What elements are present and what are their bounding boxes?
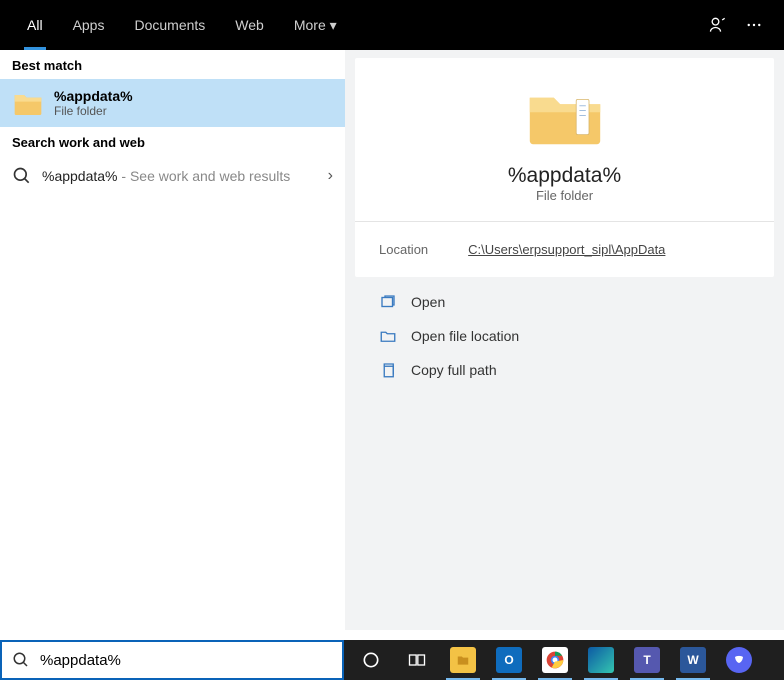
best-match-header: Best match (0, 50, 345, 79)
taskbar-outlook[interactable]: O (488, 640, 530, 680)
search-web-result[interactable]: %appdata% - See work and web results › (0, 156, 345, 196)
tab-web[interactable]: Web (220, 0, 279, 50)
tab-label: Documents (134, 17, 205, 33)
action-label: Open file location (411, 328, 519, 344)
folder-open-icon (379, 327, 397, 345)
result-subtitle: File folder (54, 104, 133, 118)
chevron-down-icon: ▾ (330, 17, 337, 34)
taskbar-edge[interactable] (580, 640, 622, 680)
result-title: %appdata% (54, 88, 133, 104)
search-icon (12, 166, 32, 186)
preview-panel: %appdata% File folder Location C:\Users\… (345, 50, 784, 630)
action-open[interactable]: Open (355, 285, 774, 319)
tab-apps[interactable]: Apps (58, 0, 120, 50)
location-link[interactable]: C:\Users\erpsupport_sipl\AppData (468, 242, 665, 257)
tab-label: Web (235, 17, 264, 33)
location-label: Location (379, 242, 428, 257)
preview-title: %appdata% (508, 164, 621, 188)
tab-all[interactable]: All (12, 0, 58, 50)
action-label: Copy full path (411, 362, 497, 378)
taskbar-word[interactable]: W (672, 640, 714, 680)
search-results-panel: Best match %appdata% File folder Search … (0, 50, 345, 630)
web-result-query: %appdata% (42, 168, 118, 184)
folder-icon (12, 87, 44, 119)
action-label: Open (411, 294, 445, 310)
copy-icon (379, 361, 397, 379)
feedback-icon[interactable] (700, 7, 736, 43)
taskbar: O T W (344, 640, 784, 680)
search-work-web-header: Search work and web (0, 127, 345, 156)
search-input[interactable] (40, 652, 332, 669)
tab-label: Apps (73, 17, 105, 33)
taskbar-teams[interactable]: T (626, 640, 668, 680)
taskbar-discord[interactable] (718, 640, 760, 680)
taskbar-cortana[interactable] (350, 640, 392, 680)
search-box[interactable] (0, 640, 344, 680)
options-icon[interactable] (736, 7, 772, 43)
action-open-location[interactable]: Open file location (355, 319, 774, 353)
tab-more[interactable]: More ▾ (279, 0, 352, 50)
chevron-right-icon: › (328, 167, 333, 185)
search-icon (12, 651, 30, 669)
folder-icon (525, 82, 605, 152)
tab-label: All (27, 17, 43, 33)
preview-subtitle: File folder (536, 188, 593, 203)
tab-documents[interactable]: Documents (119, 0, 220, 50)
taskbar-file-explorer[interactable] (442, 640, 484, 680)
action-copy-path[interactable]: Copy full path (355, 353, 774, 387)
open-icon (379, 293, 397, 311)
search-filter-tabs: All Apps Documents Web More ▾ (0, 0, 784, 50)
best-match-result[interactable]: %appdata% File folder (0, 79, 345, 127)
tab-label: More (294, 17, 326, 33)
taskbar-chrome[interactable] (534, 640, 576, 680)
web-result-suffix: - See work and web results (118, 168, 291, 184)
taskbar-task-view[interactable] (396, 640, 438, 680)
web-result-text: %appdata% - See work and web results (42, 168, 290, 184)
